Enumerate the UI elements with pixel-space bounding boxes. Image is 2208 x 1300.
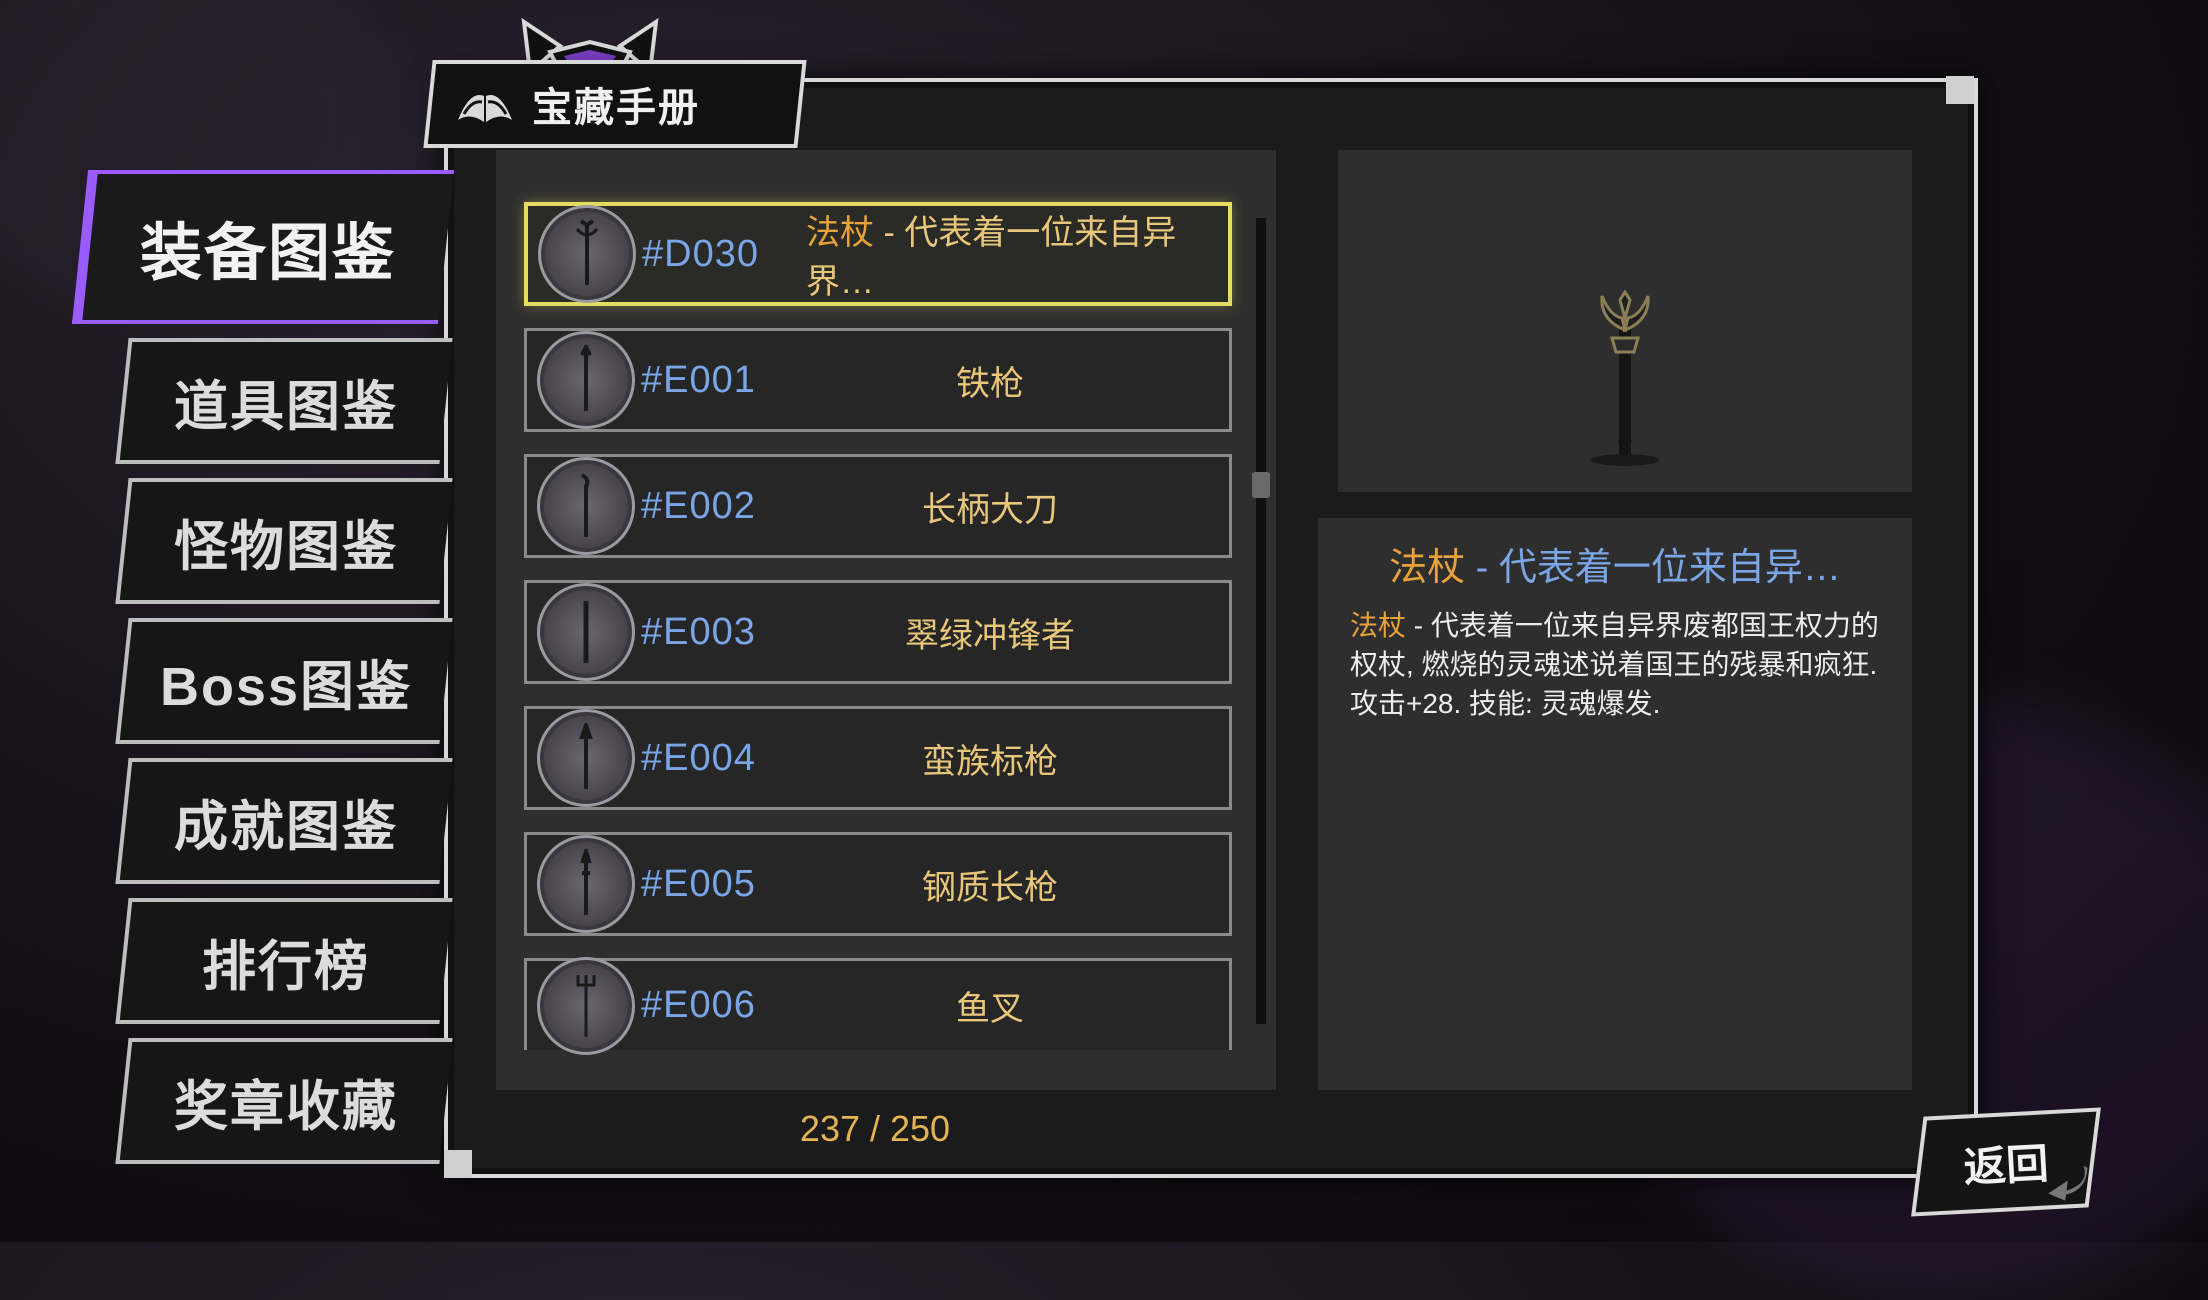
sidebar-item-label: 装备图鉴 [139, 219, 396, 288]
back-button-label: 返回 [1962, 1139, 2050, 1191]
back-arrow-icon [2048, 1165, 2088, 1201]
sidebar-item-boss[interactable]: Boss图鉴 [115, 618, 453, 744]
item-name-prefix: 法杖 [806, 214, 874, 252]
scrollbar-thumb[interactable] [1252, 472, 1270, 498]
back-button[interactable]: 返回 [1911, 1107, 2101, 1217]
detail-title-prefix: 法杖 [1389, 547, 1466, 589]
item-name: 铁枪 [956, 364, 1024, 403]
item-name: 蛮族标枪 [922, 742, 1058, 781]
sidebar-item-label: 排行榜 [202, 936, 370, 997]
detail-title-suffix: - 代表着一位来自异… [1465, 547, 1841, 589]
sidebar-item-label: 怪物图鉴 [174, 516, 398, 577]
item-name: 长柄大刀 [922, 490, 1058, 529]
weapon-medal-icon [537, 956, 635, 1055]
item-name: 翠绿冲锋者 [905, 616, 1075, 655]
staff-icon [1591, 290, 1659, 466]
item-code: #E003 [641, 610, 756, 653]
item-code: #E001 [641, 358, 756, 401]
sidebar-item-label: 道具图鉴 [174, 376, 398, 437]
weapon-medal-icon [538, 205, 636, 303]
detail-title: 法杖 - 代表着一位来自异… [1318, 536, 1912, 591]
sidebar-item-items[interactable]: 道具图鉴 [115, 338, 453, 464]
item-preview [1338, 150, 1912, 492]
page-title: 宝藏手册 [532, 86, 700, 130]
equipment-list[interactable]: #D030 法杖 - 代表着一位来自异界… #E001 铁枪 #E002 长柄大… [496, 150, 1276, 1090]
weapon-medal-icon [537, 835, 635, 933]
sidebar-item-medals[interactable]: 奖章收藏 [115, 1038, 453, 1164]
item-code: #E005 [641, 862, 756, 905]
item-name: 法杖 - 代表着一位来自异界… [806, 205, 1228, 303]
weapon-medal-icon [537, 709, 635, 807]
item-code: #E002 [641, 484, 756, 527]
sidebar-item-label: 成就图鉴 [174, 796, 398, 857]
item-name: 钢质长枪 [922, 868, 1058, 907]
list-item-selected[interactable]: #D030 法杖 - 代表着一位来自异界… [524, 202, 1232, 306]
item-detail: 法杖 - 代表着一位来自异… 法杖 - 代表着一位来自异界废都国王权力的权杖, … [1318, 518, 1912, 1090]
frame-corner [444, 1150, 472, 1178]
sidebar-item-label: Boss图鉴 [159, 656, 413, 717]
detail-body-text: - 代表着一位来自异界废都国王权力的权杖, 燃烧的灵魂述说着国王的残暴和疯狂. [1350, 610, 1879, 680]
sidebar-item-monsters[interactable]: 怪物图鉴 [115, 478, 453, 604]
list-item[interactable]: #E001 铁枪 [524, 328, 1232, 432]
item-code: #E006 [641, 984, 756, 1026]
collection-counter: 237 / 250 [799, 1108, 951, 1149]
sidebar-item-label: 奖章收藏 [174, 1076, 398, 1137]
sidebar-item-equipment[interactable]: 装备图鉴 [71, 170, 455, 324]
list-scrollbar[interactable] [1256, 218, 1266, 1024]
weapon-medal-icon [537, 583, 635, 681]
book-icon [458, 95, 512, 122]
sidebar-item-leaderboard[interactable]: 排行榜 [115, 898, 453, 1024]
list-item[interactable]: #E006 鱼叉 [524, 956, 1232, 1055]
detail-body-prefix: 法杖 [1350, 610, 1407, 641]
list-item[interactable]: #E004 蛮族标枪 [524, 706, 1232, 810]
detail-stats: 攻击+28. 技能: 灵魂爆发. [1350, 688, 1661, 719]
sidebar: 装备图鉴 道具图鉴 怪物图鉴 Boss图鉴 成就图鉴 排行榜 奖章收藏 [66, 170, 455, 1178]
detail-description: 法杖 - 代表着一位来自异界废都国王权力的权杖, 燃烧的灵魂述说着国王的残暴和疯… [1350, 606, 1890, 723]
weapon-medal-icon [537, 457, 635, 555]
list-item[interactable]: #E003 翠绿冲锋者 [524, 580, 1232, 684]
item-code: #E004 [641, 736, 756, 779]
item-name: 鱼叉 [956, 990, 1024, 1028]
weapon-medal-icon [537, 331, 635, 429]
list-item[interactable]: #E005 钢质长枪 [524, 832, 1232, 936]
frame-corner [1946, 76, 1974, 104]
list-item[interactable]: #E002 长柄大刀 [524, 454, 1232, 558]
title-tab: 宝藏手册 [423, 60, 807, 148]
item-code: #D030 [642, 232, 759, 275]
sidebar-item-achievements[interactable]: 成就图鉴 [115, 758, 453, 884]
